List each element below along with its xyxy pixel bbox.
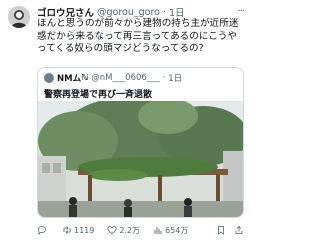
like-icon [107,226,117,234]
repost-button[interactable]: 1119 [62,225,94,235]
like-count: 2.2万 [119,225,141,235]
avatar[interactable] [8,6,30,28]
repost-count: 1119 [74,225,95,235]
separator-dot: · [163,6,167,18]
like-button[interactable]: 2.2万 [107,225,140,236]
tweet-header: ゴロウ兄さん @gorou_goro · 1日 [37,5,242,20]
quote-time: 1日 [168,74,183,84]
quote-author-badge: ℕ [81,73,89,83]
views-icon [154,227,162,234]
views-count: 654万 [165,225,189,235]
quote-media-image[interactable] [38,101,243,217]
views-button[interactable]: 654万 [153,225,188,236]
share-icon[interactable] [234,225,244,235]
quote-author-name: NMム [57,74,82,84]
quote-header: NMム ℕ @nM___0606___ · 1日 [44,72,237,84]
author-name[interactable]: ゴロウ兄さん [37,5,94,19]
tweet-text: ほんと思うのが前々から建物の持ち主が近所迷惑だから来るなって再三言ってあるのにこ… [37,18,239,55]
more-options-icon[interactable]: ... [237,3,244,14]
quoted-tweet[interactable]: NMム ℕ @nM___0606___ · 1日 警察再登場で再び一斉退散 [37,67,244,218]
reply-icon [38,226,46,235]
post-time[interactable]: 1日 [169,5,185,19]
quote-author-handle: @nM___0606___ [91,73,160,83]
bookmark-icon[interactable] [216,225,226,235]
tweet-card[interactable]: ゴロウ兄さん @gorou_goro · 1日 ... ほんと思うのが前々から建… [0,0,250,243]
action-bar: 1119 2.2万 654万 [37,223,244,237]
reply-button[interactable] [37,225,49,235]
author-handle[interactable]: @gorou_goro [97,7,160,18]
separator-dot: · [162,73,166,83]
quote-text: 警察再登場で再び一斉退散 [44,90,153,100]
quote-avatar [44,73,54,83]
repost-icon [63,226,71,234]
